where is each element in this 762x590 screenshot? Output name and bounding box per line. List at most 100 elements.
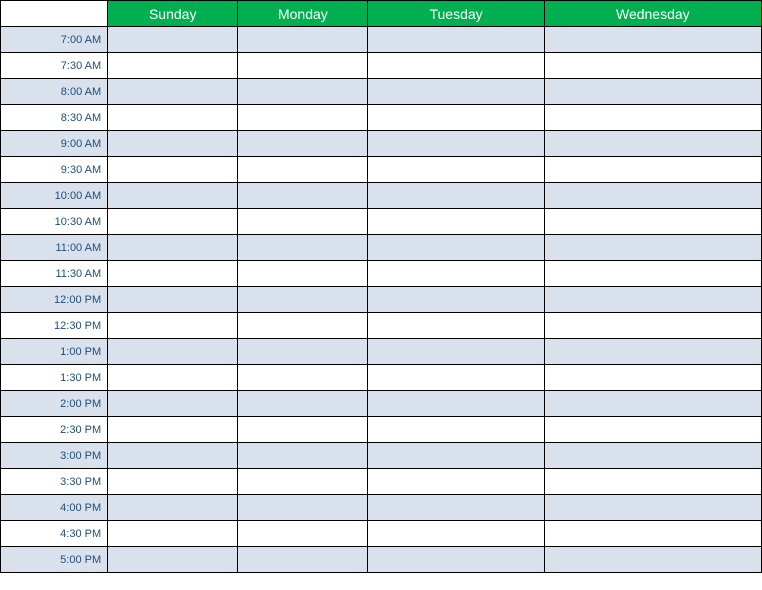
cell[interactable] <box>368 417 544 443</box>
cell[interactable] <box>238 183 368 209</box>
cell[interactable] <box>544 131 761 157</box>
cell[interactable] <box>544 443 761 469</box>
cell[interactable] <box>368 183 544 209</box>
table-row: 1:00 PM <box>1 339 762 365</box>
cell[interactable] <box>544 313 761 339</box>
cell[interactable] <box>368 521 544 547</box>
cell[interactable] <box>544 287 761 313</box>
cell[interactable] <box>108 131 238 157</box>
cell[interactable] <box>238 79 368 105</box>
cell[interactable] <box>108 287 238 313</box>
table-row: 12:00 PM <box>1 287 762 313</box>
cell[interactable] <box>108 365 238 391</box>
cell[interactable] <box>238 27 368 53</box>
cell[interactable] <box>108 495 238 521</box>
cell[interactable] <box>544 521 761 547</box>
cell[interactable] <box>544 157 761 183</box>
cell[interactable] <box>108 105 238 131</box>
cell[interactable] <box>544 391 761 417</box>
cell[interactable] <box>238 157 368 183</box>
cell[interactable] <box>108 79 238 105</box>
cell[interactable] <box>108 339 238 365</box>
cell[interactable] <box>544 261 761 287</box>
cell[interactable] <box>238 521 368 547</box>
header-day-tuesday: Tuesday <box>368 1 544 27</box>
cell[interactable] <box>368 105 544 131</box>
cell[interactable] <box>238 131 368 157</box>
cell[interactable] <box>544 53 761 79</box>
cell[interactable] <box>238 209 368 235</box>
time-label: 9:00 AM <box>1 131 108 157</box>
cell[interactable] <box>368 79 544 105</box>
cell[interactable] <box>368 313 544 339</box>
cell[interactable] <box>368 495 544 521</box>
cell[interactable] <box>108 27 238 53</box>
cell[interactable] <box>544 417 761 443</box>
cell[interactable] <box>544 27 761 53</box>
cell[interactable] <box>368 261 544 287</box>
cell[interactable] <box>238 391 368 417</box>
time-label: 5:00 PM <box>1 547 108 573</box>
table-row: 4:30 PM <box>1 521 762 547</box>
cell[interactable] <box>238 443 368 469</box>
cell[interactable] <box>544 235 761 261</box>
cell[interactable] <box>544 495 761 521</box>
cell[interactable] <box>544 469 761 495</box>
cell[interactable] <box>238 313 368 339</box>
cell[interactable] <box>108 313 238 339</box>
cell[interactable] <box>368 209 544 235</box>
cell[interactable] <box>238 547 368 573</box>
cell[interactable] <box>544 79 761 105</box>
cell[interactable] <box>238 417 368 443</box>
table-row: 3:30 PM <box>1 469 762 495</box>
cell[interactable] <box>238 287 368 313</box>
cell[interactable] <box>108 157 238 183</box>
cell[interactable] <box>544 339 761 365</box>
cell[interactable] <box>108 209 238 235</box>
cell[interactable] <box>108 53 238 79</box>
cell[interactable] <box>238 235 368 261</box>
cell[interactable] <box>108 469 238 495</box>
cell[interactable] <box>368 27 544 53</box>
cell[interactable] <box>108 391 238 417</box>
table-row: 2:00 PM <box>1 391 762 417</box>
table-row: 10:00 AM <box>1 183 762 209</box>
cell[interactable] <box>238 365 368 391</box>
time-label: 12:00 PM <box>1 287 108 313</box>
cell[interactable] <box>368 391 544 417</box>
cell[interactable] <box>238 261 368 287</box>
cell[interactable] <box>368 339 544 365</box>
cell[interactable] <box>368 469 544 495</box>
cell[interactable] <box>368 287 544 313</box>
cell[interactable] <box>368 365 544 391</box>
cell[interactable] <box>238 105 368 131</box>
cell[interactable] <box>544 365 761 391</box>
cell[interactable] <box>238 495 368 521</box>
cell[interactable] <box>108 183 238 209</box>
table-row: 12:30 PM <box>1 313 762 339</box>
cell[interactable] <box>368 443 544 469</box>
cell[interactable] <box>368 53 544 79</box>
cell[interactable] <box>108 235 238 261</box>
cell[interactable] <box>544 105 761 131</box>
cell[interactable] <box>108 261 238 287</box>
cell[interactable] <box>238 53 368 79</box>
cell[interactable] <box>544 209 761 235</box>
cell[interactable] <box>368 157 544 183</box>
cell[interactable] <box>108 521 238 547</box>
cell[interactable] <box>238 469 368 495</box>
cell[interactable] <box>544 183 761 209</box>
cell[interactable] <box>368 131 544 157</box>
cell[interactable] <box>108 443 238 469</box>
cell[interactable] <box>544 547 761 573</box>
cell[interactable] <box>108 547 238 573</box>
table-row: 5:00 PM <box>1 547 762 573</box>
time-label: 11:30 AM <box>1 261 108 287</box>
cell[interactable] <box>108 417 238 443</box>
table-row: 7:00 AM <box>1 27 762 53</box>
cell[interactable] <box>368 235 544 261</box>
cell[interactable] <box>368 547 544 573</box>
schedule-table: Sunday Monday Tuesday Wednesday 7:00 AM … <box>0 0 762 573</box>
cell[interactable] <box>238 339 368 365</box>
time-label: 8:00 AM <box>1 79 108 105</box>
